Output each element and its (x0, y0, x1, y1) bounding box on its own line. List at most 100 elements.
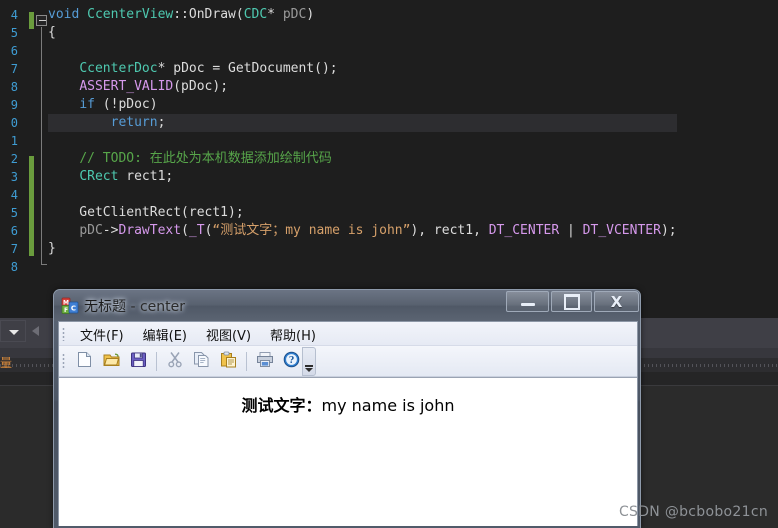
line-number: 2 (10, 152, 18, 166)
menu-view[interactable]: 视图(V) (197, 323, 260, 346)
ide-dropdown-button[interactable] (0, 320, 26, 342)
code-token: | (559, 223, 583, 238)
app-view-client-area[interactable]: 测试文字：my name is john (59, 377, 637, 526)
mfc-app-icon: M F C (61, 297, 79, 315)
code-editor[interactable]: 456789012345678 void CcenterView::OnDraw… (0, 0, 778, 318)
window-title: 无标题 - center (84, 296, 185, 316)
code-token: // TODO: 在此处为本机数据添加绘制代码 (79, 151, 332, 166)
svg-text:C: C (71, 305, 76, 313)
line-number: 7 (10, 62, 18, 76)
code-token: pDC (79, 223, 103, 238)
menubar-grip-handle[interactable] (62, 327, 65, 341)
menu-help[interactable]: 帮助(H) (261, 323, 325, 346)
line-number: 0 (10, 116, 18, 130)
minimize-button[interactable] (506, 291, 549, 312)
new-icon (76, 351, 93, 373)
line-number: 4 (10, 188, 18, 202)
window-client-frame: 文件(F) 编辑(E) 视图(V) 帮助(H) ? 测试文字：my name i… (58, 321, 638, 526)
code-line: void CcenterView::OnDraw(CDC* pDC) (48, 6, 677, 24)
line-number: 5 (10, 206, 18, 220)
code-token: DT_CENTER (488, 223, 560, 238)
toolbar-overflow-chevron[interactable] (302, 347, 316, 376)
code-token: ; (157, 115, 166, 130)
screenshot-root: 456789012345678 void CcenterView::OnDraw… (0, 0, 778, 528)
code-token: CDC (243, 7, 268, 22)
save-icon (130, 351, 147, 373)
maximize-button[interactable] (551, 291, 592, 312)
drawn-text-cjk: 测试文字： (241, 396, 322, 415)
collapse-region-line (41, 27, 42, 265)
about-icon: ? (283, 351, 300, 373)
code-token: “测试文字；my name is john” (212, 223, 411, 238)
new-button[interactable] (71, 349, 98, 375)
save-button[interactable] (125, 349, 152, 375)
close-button[interactable]: X (594, 291, 639, 312)
code-line: CRect rect1; (48, 168, 677, 186)
code-token: ASSERT_VALID (79, 79, 174, 94)
open-button[interactable] (98, 349, 125, 375)
change-bar-bottom (29, 156, 34, 256)
line-number: 5 (10, 26, 18, 40)
drawn-text-latin: my name is john (321, 396, 455, 415)
svg-text:?: ? (289, 356, 294, 366)
code-line: if (!pDoc) (48, 96, 677, 114)
paste-button[interactable] (215, 349, 242, 375)
code-line: { (48, 24, 677, 42)
window-title-app: center (139, 299, 185, 315)
menu-file[interactable]: 文件(F) (71, 323, 133, 346)
line-number: 1 (10, 134, 18, 148)
paste-icon (220, 351, 237, 373)
toolbar-grip-handle[interactable] (62, 353, 65, 370)
ide-navigate-back-icon[interactable] (26, 320, 48, 342)
code-token: -> (102, 223, 119, 238)
code-token: DrawText (118, 223, 182, 238)
close-icon: X (610, 292, 623, 311)
copy-icon (193, 351, 210, 373)
code-token: (!pDoc) (94, 97, 158, 112)
window-titlebar[interactable]: M F C 无标题 - center X (54, 290, 640, 321)
copy-button[interactable] (188, 349, 215, 375)
line-number: 6 (10, 224, 18, 238)
code-token: * (267, 7, 283, 22)
code-token: ::OnDraw( (173, 7, 244, 22)
menu-edit[interactable]: 编辑(E) (134, 323, 196, 346)
code-token: CRect (79, 169, 119, 184)
code-token: { (48, 25, 56, 40)
code-token: } (48, 241, 56, 256)
code-token: void (48, 7, 88, 22)
menu-items: 文件(F) 编辑(E) 视图(V) 帮助(H) (71, 322, 325, 346)
window-title-separator: - (126, 299, 140, 315)
line-number: 9 (10, 98, 18, 112)
window-title-document: 无标题 (84, 299, 126, 315)
code-token: return (110, 115, 158, 130)
code-line: return; (48, 114, 677, 132)
about-button[interactable]: ? (278, 349, 305, 375)
code-token: if (79, 97, 95, 112)
collapse-region-icon[interactable] (36, 15, 47, 26)
code-line: } (48, 240, 677, 258)
code-token: * pDoc = GetDocument(); (157, 61, 338, 76)
print-button[interactable] (251, 349, 278, 375)
print-icon (256, 351, 274, 373)
code-line: GetClientRect(rect1); (48, 204, 677, 222)
menu-bar[interactable]: 文件(F) 编辑(E) 视图(V) 帮助(H) (59, 322, 637, 346)
mfc-app-window[interactable]: M F C 无标题 - center X 文件(F) 编辑(E) 视图(V) 帮… (53, 289, 641, 528)
tool-bar[interactable]: ? (59, 346, 637, 377)
code-token: DT_VCENTER (582, 223, 661, 238)
code-token: ), rect1, (410, 223, 489, 238)
maximize-icon (552, 292, 591, 311)
line-number: 3 (10, 170, 18, 184)
open-icon (103, 351, 121, 373)
change-bar-top (29, 12, 34, 29)
ide-orange-label: 量 (0, 356, 13, 370)
collapse-region-foot (41, 264, 47, 265)
cut-button[interactable] (161, 349, 188, 375)
